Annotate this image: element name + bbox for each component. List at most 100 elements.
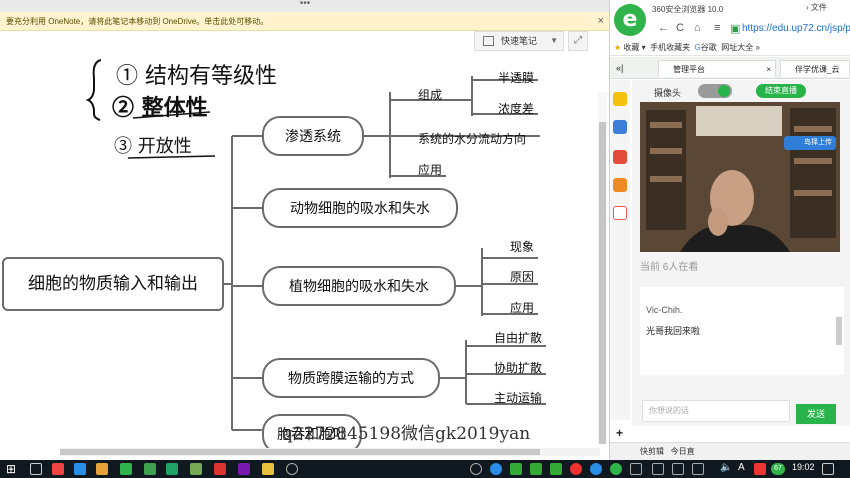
mindmap-root-node[interactable]: 细胞的物质输入和输出	[2, 257, 224, 311]
branch-node-animal-cell[interactable]: 动物细胞的吸水和失水	[262, 188, 458, 228]
onenote-window: ••• 要充分利用 OneNote，请将此笔记本移动到 OneDrive。单击此…	[0, 0, 610, 460]
favorite-star-icon[interactable]	[613, 92, 627, 106]
end-live-button[interactable]: 结束直播	[756, 84, 806, 98]
tray-icon[interactable]	[610, 463, 622, 475]
branch-node-plant-cell[interactable]: 植物细胞的吸水和失水	[262, 266, 456, 306]
handwritten-point-1: ① 结构有等级性	[116, 64, 277, 89]
leaf-label[interactable]: 原因	[510, 268, 534, 285]
tab-course[interactable]: 伴学优课_云	[780, 60, 850, 77]
chat-username: Vic-Chih.	[646, 305, 683, 315]
app-icon[interactable]	[190, 463, 202, 475]
leaf-label[interactable]: 协助扩散	[494, 359, 542, 376]
video-frame	[640, 102, 840, 252]
chat-message: 光哥我回来啦	[646, 326, 701, 336]
leaf-label[interactable]: 自由扩散	[494, 329, 542, 346]
chat-scrollbar[interactable]	[836, 317, 842, 345]
app-icon[interactable]	[286, 463, 298, 475]
weibo-icon[interactable]	[613, 178, 627, 192]
leaf-label[interactable]: 应用	[510, 299, 534, 316]
browser-logo-icon[interactable]: e	[614, 4, 646, 36]
chat-panel: Vic-Chih. 光哥我回来啦	[640, 287, 844, 375]
vertical-scrollbar[interactable]	[598, 92, 607, 444]
game-icon[interactable]	[613, 150, 627, 164]
leaf-label[interactable]: 主动运输	[494, 389, 542, 406]
tray-icon[interactable]	[652, 463, 664, 475]
tab-strip: «| 管理平台 × 伴学优课_云	[610, 57, 850, 79]
browser-360-icon[interactable]	[120, 463, 132, 475]
tab-admin[interactable]: 管理平台 ×	[658, 60, 776, 77]
app-icon[interactable]	[754, 463, 766, 475]
leaf-label[interactable]: 应用	[418, 161, 442, 178]
close-icon[interactable]: ×	[766, 61, 771, 78]
leaf-label[interactable]: 组成	[418, 86, 442, 103]
branch-node-osmosis[interactable]: 渗透系统	[262, 116, 364, 156]
notification-badge[interactable]: 67	[771, 463, 785, 475]
mail-icon[interactable]	[613, 206, 627, 220]
speaker-icon[interactable]: 🔈	[720, 462, 732, 473]
leaf-label[interactable]: 系统的水分流动方向	[418, 130, 526, 147]
tray-icon[interactable]	[570, 463, 582, 475]
tray-icon[interactable]	[590, 463, 602, 475]
onenote-icon[interactable]	[238, 463, 250, 475]
horizontal-scrollbar[interactable]	[60, 448, 600, 456]
upload-button[interactable]: 岛择上传	[784, 136, 836, 150]
app-icon[interactable]	[144, 463, 156, 475]
status-live-item[interactable]: 今日直	[671, 447, 695, 456]
ime-indicator[interactable]: A	[738, 462, 745, 473]
folder-icon[interactable]	[262, 463, 274, 475]
app-icon[interactable]	[74, 463, 86, 475]
app-icon[interactable]	[96, 463, 108, 475]
branch-node-transport[interactable]: 物质跨膜运输的方式	[262, 358, 440, 398]
handwritten-point-3: ③ 开放性	[114, 136, 192, 157]
lock-icon: ▣	[730, 23, 741, 35]
file-menu-label: 文件	[810, 3, 827, 12]
action-center-icon[interactable]	[822, 463, 834, 475]
file-menu[interactable]: › 文件	[806, 2, 827, 13]
tray-icon[interactable]	[672, 463, 684, 475]
task-view-icon[interactable]	[30, 463, 42, 475]
nav-bar: ← C ⌂ ≡ ▣ https://edu.up72.cn/jsp/p	[650, 20, 850, 38]
camera-toggle[interactable]	[698, 84, 732, 98]
camera-video: 岛择上传	[640, 102, 840, 252]
leaf-label[interactable]: 半透膜	[498, 69, 534, 86]
tray-icon[interactable]	[510, 463, 522, 475]
tray-icon[interactable]	[550, 463, 562, 475]
scrollbar-thumb[interactable]	[599, 122, 606, 444]
add-icon[interactable]: +	[616, 426, 623, 440]
refresh-icon[interactable]: C	[676, 22, 684, 34]
app-icon[interactable]	[214, 463, 226, 475]
leaf-label[interactable]: 浓度差	[498, 100, 534, 117]
excel-icon[interactable]	[166, 463, 178, 475]
status-clip-item[interactable]: 快剪辑	[640, 447, 664, 456]
tray-icon[interactable]	[692, 463, 704, 475]
branch-label: 渗透系统	[285, 128, 341, 144]
bookmark-item[interactable]: 谷歌	[701, 43, 717, 52]
tray-icon[interactable]	[530, 463, 542, 475]
bookmarks-bar: ★ 收藏 ▾ 手机收藏夹 G谷歌 网址大全 »	[610, 40, 850, 56]
menu-icon[interactable]: ≡	[714, 22, 720, 34]
watermark-text: q2272845198微信gk2019yan	[282, 424, 531, 444]
leaf-label[interactable]: 现象	[510, 238, 534, 255]
upload-label: 岛择上传	[804, 139, 832, 146]
clock[interactable]: 19:02	[792, 462, 815, 472]
branch-label: 植物细胞的吸水和失水	[289, 278, 429, 294]
home-icon[interactable]: ⌂	[694, 22, 701, 34]
bookmark-item[interactable]: 网址大全	[721, 43, 753, 52]
back-icon[interactable]: ←	[658, 22, 669, 34]
tray-icon[interactable]	[630, 463, 642, 475]
ink-brace	[85, 59, 102, 121]
app-icon[interactable]	[52, 463, 64, 475]
bookmark-item[interactable]: 手机收藏夹	[650, 43, 690, 52]
tab-list-icon[interactable]: «|	[616, 63, 623, 73]
list-icon[interactable]	[613, 120, 627, 134]
bookmark-item[interactable]: 收藏	[623, 43, 639, 52]
tray-icon[interactable]	[470, 463, 482, 475]
browser-titlebar[interactable]: 360安全浏览器 10.0 › 文件	[610, 0, 850, 20]
live-panel: 摄像头 结束直播 岛择上传 当前 6人在看 Vic-Chih. 光哥我回来啦 你…	[632, 80, 850, 426]
tray-icon[interactable]	[490, 463, 502, 475]
send-button[interactable]: 发送	[796, 404, 836, 424]
chat-input[interactable]: 你想说的话	[642, 400, 790, 422]
windows-start-icon[interactable]: ⊞	[6, 462, 16, 476]
address-bar[interactable]: https://edu.up72.cn/jsp/p	[742, 20, 850, 38]
scrollbar-thumb[interactable]	[60, 449, 540, 455]
